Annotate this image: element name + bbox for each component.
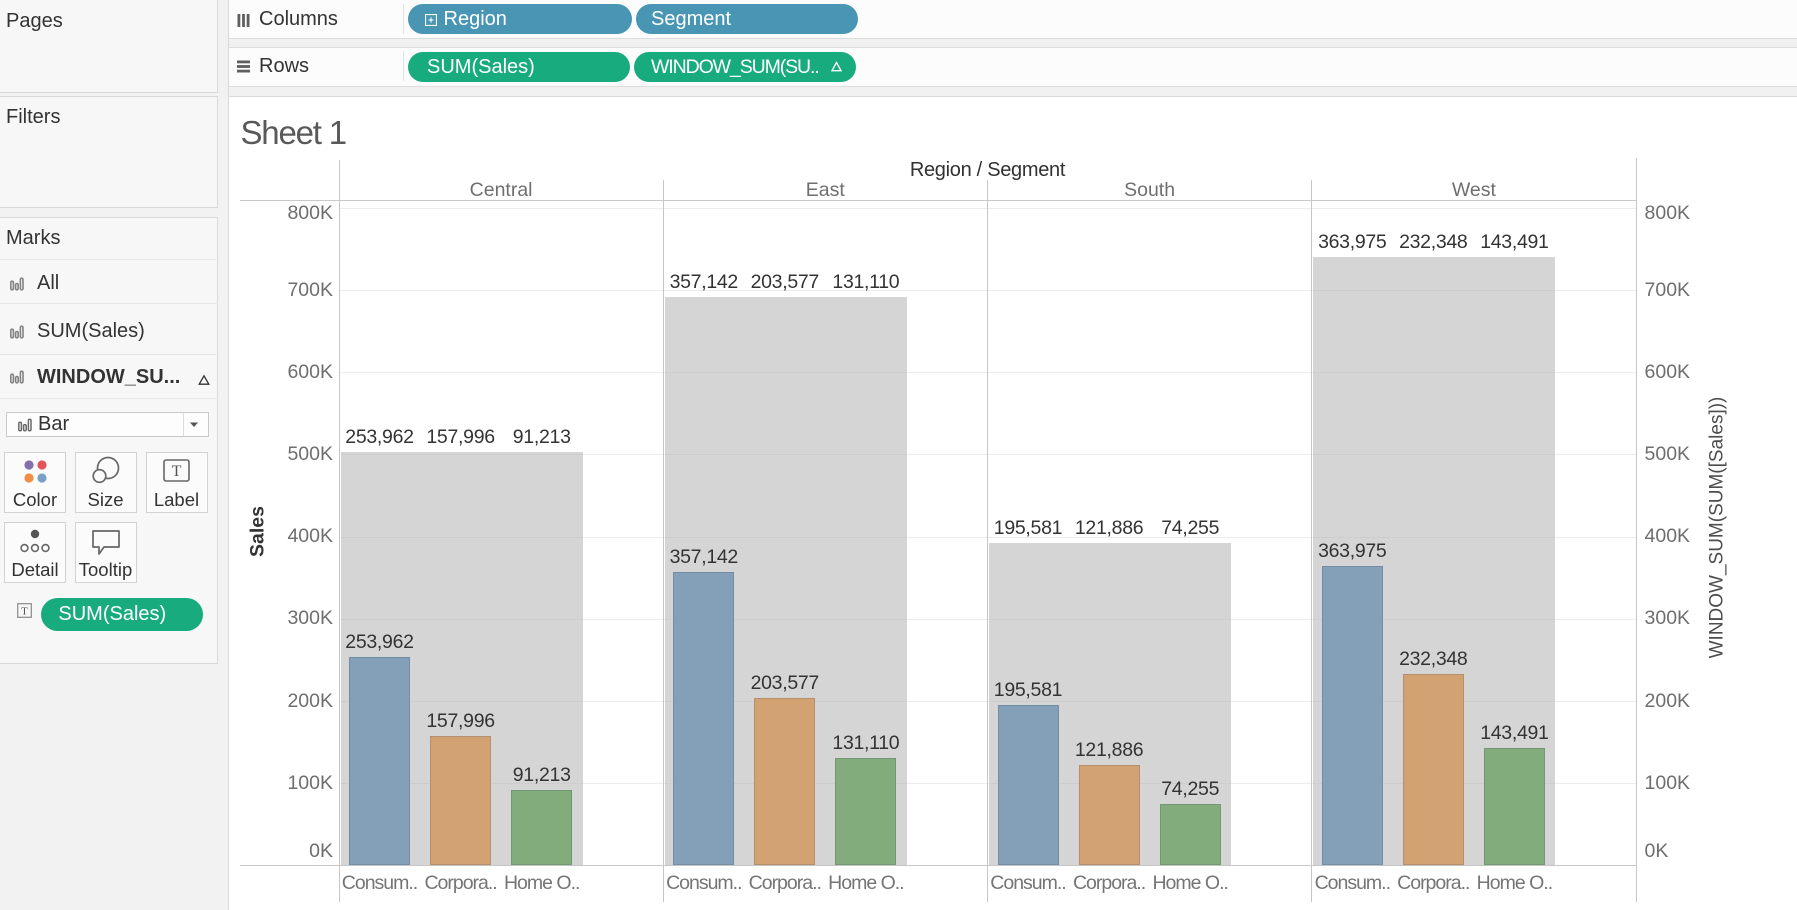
svg-text:T: T	[172, 463, 182, 480]
svg-text:T: T	[21, 606, 28, 618]
